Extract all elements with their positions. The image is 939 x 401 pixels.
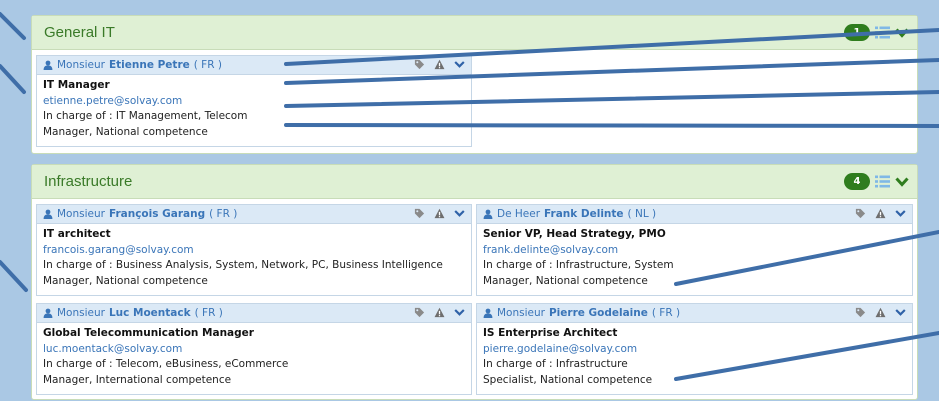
contact-count-badge: 1	[844, 24, 870, 41]
contact-email-link[interactable]: etienne.petre@solvay.com	[43, 94, 465, 110]
contact-country: ( FR )	[194, 307, 223, 319]
tag-icon[interactable]	[855, 208, 866, 219]
contact-email-link[interactable]: pierre.godelaine@solvay.com	[483, 342, 906, 358]
annotation-line	[0, 64, 26, 94]
section-general-it: General IT 1 Monsieur Etienne Petre ( FR…	[31, 15, 918, 154]
contacts-stage: General IT 1 Monsieur Etienne Petre ( FR…	[0, 0, 939, 401]
contact-salutation: Monsieur	[57, 307, 105, 319]
contact-competence: Manager, National competence	[43, 274, 208, 287]
contact-email-link[interactable]: luc.moentack@solvay.com	[43, 342, 465, 358]
contact-competence: Manager, National competence	[483, 274, 648, 287]
contact-country: ( NL )	[627, 208, 657, 220]
contact-card-header[interactable]: Monsieur Etienne Petre ( FR )	[37, 56, 471, 75]
contact-card: Monsieur Pierre Godelaine ( FR ) IS Ente…	[476, 303, 913, 395]
chevron-down-icon[interactable]	[895, 27, 909, 39]
contact-name[interactable]: Luc Moentack	[109, 307, 191, 319]
contact-card-header[interactable]: Monsieur Pierre Godelaine ( FR )	[477, 304, 912, 323]
contact-name[interactable]: Frank Delinte	[544, 208, 624, 220]
contact-card-body: IT architect francois.garang@solvay.com …	[37, 224, 471, 292]
chevron-down-icon[interactable]	[454, 60, 465, 69]
contact-email-link[interactable]: francois.garang@solvay.com	[43, 243, 465, 259]
contact-country: ( FR )	[209, 208, 238, 220]
contact-responsibility: In charge of : Telecom, eBusiness, eComm…	[43, 358, 289, 370]
tag-icon[interactable]	[414, 307, 425, 318]
chevron-down-icon[interactable]	[895, 308, 906, 317]
contact-card-header[interactable]: De Heer Frank Delinte ( NL )	[477, 205, 912, 224]
chevron-down-icon[interactable]	[454, 308, 465, 317]
section-header[interactable]: General IT 1	[32, 16, 917, 50]
contact-responsibility: In charge of : Infrastructure	[483, 358, 628, 370]
warning-icon[interactable]	[434, 208, 445, 219]
contact-responsibility: In charge of : Business Analysis, System…	[43, 259, 443, 271]
contact-email-link[interactable]: frank.delinte@solvay.com	[483, 243, 906, 259]
contact-card-body: IT Manager etienne.petre@solvay.com In c…	[37, 75, 471, 143]
contact-card: De Heer Frank Delinte ( NL ) Senior VP, …	[476, 204, 913, 296]
contact-card: Monsieur Etienne Petre ( FR ) IT Manager…	[36, 55, 472, 147]
list-icon[interactable]	[875, 26, 890, 39]
contact-card: Monsieur Luc Moentack ( FR ) Global Tele…	[36, 303, 472, 395]
section-title: Infrastructure	[44, 173, 133, 190]
contact-name[interactable]: Etienne Petre	[109, 59, 190, 71]
tag-icon[interactable]	[414, 59, 425, 70]
contact-salutation: Monsieur	[497, 307, 545, 319]
contact-competence: Manager, International competence	[43, 373, 232, 386]
contact-role: Global Telecommunication Manager	[43, 327, 254, 339]
tag-icon[interactable]	[855, 307, 866, 318]
chevron-down-icon[interactable]	[454, 209, 465, 218]
section-title: General IT	[44, 24, 115, 41]
contact-role: Senior VP, Head Strategy, PMO	[483, 228, 666, 240]
person-icon	[43, 308, 53, 318]
section-header[interactable]: Infrastructure 4	[32, 165, 917, 199]
contact-salutation: De Heer	[497, 208, 541, 220]
contact-country: ( FR )	[651, 307, 681, 319]
list-icon[interactable]	[875, 175, 890, 188]
contact-role: IT Manager	[43, 79, 110, 91]
contact-card-body: Global Telecommunication Manager luc.moe…	[37, 323, 471, 391]
section-infrastructure: Infrastructure 4 Monsieur François Garan…	[31, 164, 918, 400]
contact-role: IS Enterprise Architect	[483, 327, 618, 339]
tag-icon[interactable]	[414, 208, 425, 219]
contact-country: ( FR )	[193, 59, 222, 71]
contact-competence: Manager, National competence	[43, 125, 208, 138]
person-icon	[43, 60, 53, 70]
contact-role: IT architect	[43, 228, 111, 240]
chevron-down-icon[interactable]	[895, 209, 906, 218]
contact-card-header[interactable]: Monsieur Luc Moentack ( FR )	[37, 304, 471, 323]
section-tools: 1	[844, 24, 909, 41]
section-tools: 4	[844, 173, 909, 190]
contact-responsibility: In charge of : Infrastructure, System	[483, 259, 674, 271]
contact-salutation: Monsieur	[57, 59, 105, 71]
chevron-down-icon[interactable]	[895, 176, 909, 188]
contact-competence: Specialist, National competence	[483, 373, 653, 386]
contact-name[interactable]: François Garang	[109, 208, 205, 220]
contact-count-badge: 4	[844, 173, 870, 190]
person-icon	[483, 209, 493, 219]
person-icon	[43, 209, 53, 219]
contact-name[interactable]: Pierre Godelaine	[549, 307, 648, 319]
person-icon	[483, 308, 493, 318]
annotation-line	[0, 260, 28, 292]
warning-icon[interactable]	[434, 59, 445, 70]
contact-responsibility: In charge of : IT Management, Telecom	[43, 110, 248, 122]
warning-icon[interactable]	[875, 208, 886, 219]
contact-card: Monsieur François Garang ( FR ) IT archi…	[36, 204, 472, 296]
warning-icon[interactable]	[875, 307, 886, 318]
warning-icon[interactable]	[434, 307, 445, 318]
contact-card-body: IS Enterprise Architect pierre.godelaine…	[477, 323, 912, 391]
contact-salutation: Monsieur	[57, 208, 105, 220]
contact-card-header[interactable]: Monsieur François Garang ( FR )	[37, 205, 471, 224]
annotation-line	[0, 12, 26, 40]
contact-card-body: Senior VP, Head Strategy, PMO frank.deli…	[477, 224, 912, 292]
